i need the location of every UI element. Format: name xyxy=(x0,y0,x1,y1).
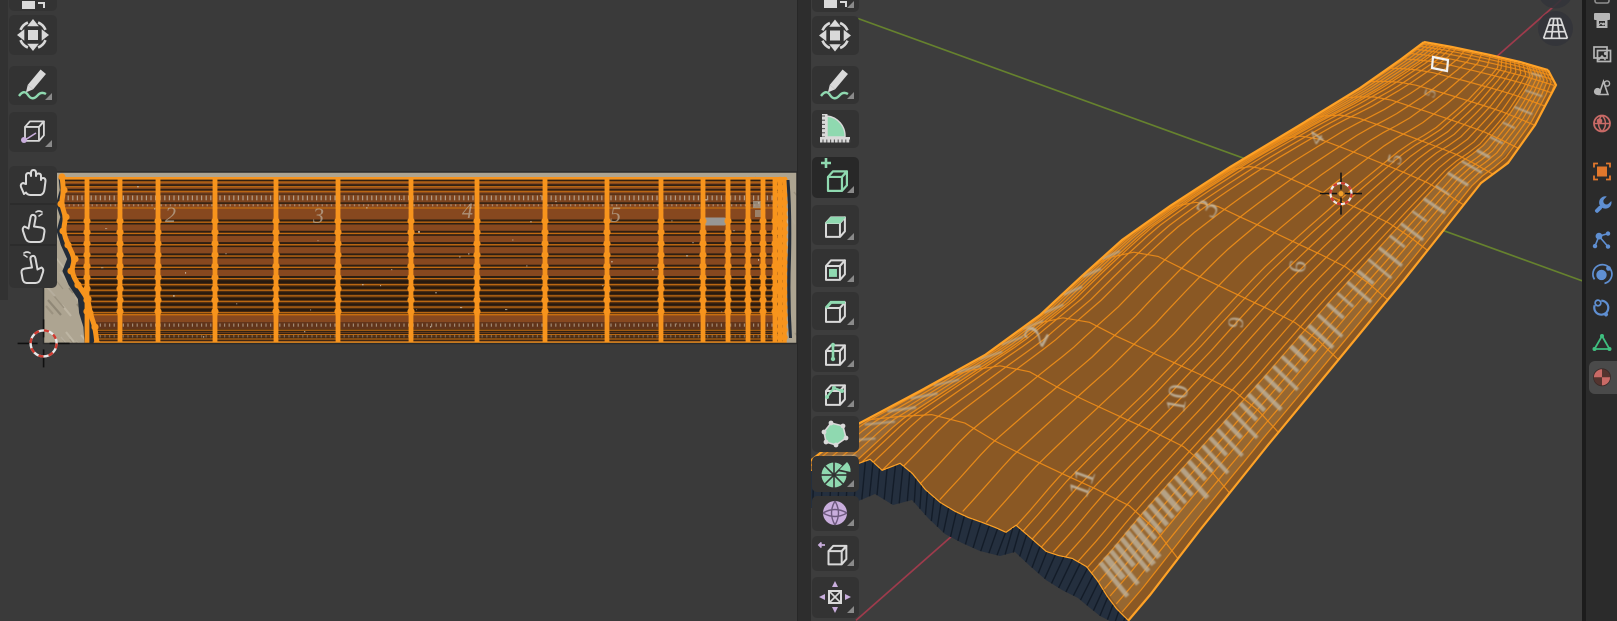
svg-text:9: 9 xyxy=(1223,316,1249,329)
svg-text:10: 10 xyxy=(1160,382,1195,415)
